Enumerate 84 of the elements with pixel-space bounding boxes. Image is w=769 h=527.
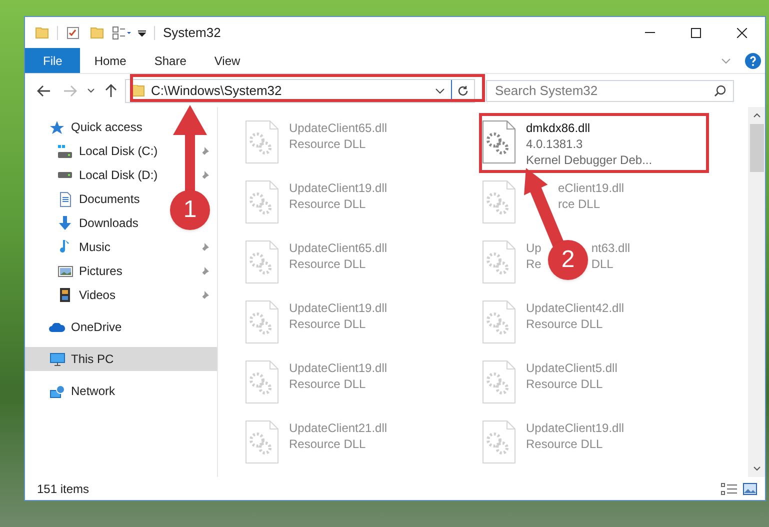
close-icon: [737, 28, 747, 38]
minimize-icon: [645, 32, 655, 33]
back-arrow-icon[interactable]: [37, 84, 51, 96]
search-icon: [714, 84, 726, 96]
sidebar-item[interactable]: Network: [25, 379, 124, 403]
scrollbar-thumb[interactable]: [750, 124, 764, 172]
file-name: eClient19.dll: [558, 180, 624, 196]
item-count: 151 items: [37, 480, 90, 498]
help-icon[interactable]: [745, 52, 761, 68]
file-detail: Kernel Debugger Deb...: [526, 152, 652, 168]
file-detail: DLL: [591, 256, 614, 272]
hard-drive-icon: [58, 172, 72, 178]
up-arrow-icon[interactable]: [105, 84, 117, 98]
pin-icon[interactable]: [200, 242, 209, 252]
sidebar-item[interactable]: Videos: [25, 283, 217, 307]
file-detail: Resource DLL: [289, 436, 366, 452]
search-field[interactable]: Search System32: [486, 80, 734, 102]
scroll-down-icon[interactable]: [752, 466, 760, 471]
hard-drive-icon: [58, 144, 72, 158]
sidebar-item[interactable]: Pictures: [25, 259, 217, 283]
details-view-icon[interactable]: [721, 482, 737, 494]
address-path: C:\Windows\System32: [151, 82, 282, 100]
window-title: System32: [163, 24, 221, 42]
file-detail: Resource DLL: [526, 376, 603, 392]
sidebar-item[interactable]: Downloads: [25, 211, 146, 235]
file-detail: Resource DLL: [526, 436, 603, 452]
file-detail: Resource DLL: [289, 376, 366, 392]
file-detail: Resource DLL: [289, 136, 366, 152]
film-icon: [60, 288, 70, 302]
file-detail: rce DLL: [558, 196, 600, 212]
file-name: UpdateClient65.dll: [289, 120, 388, 136]
file-detail: Resource DLL: [526, 316, 603, 332]
file-item[interactable]: dmkdx86.dll 4.0.1381.3 Kernel Debugger Deb...: [479, 113, 709, 173]
cloud-icon: [49, 322, 65, 332]
sidebar-item[interactable]: Music: [25, 235, 217, 259]
file-name: nt63.dll: [591, 240, 630, 256]
ribbon-tab[interactable]: Share: [140, 48, 200, 73]
picture-icon: [58, 266, 72, 276]
tiles-view-icon[interactable]: [743, 482, 757, 494]
file-name: UpdateClient5.dll: [526, 360, 618, 376]
download-arrow-icon: [59, 216, 71, 230]
file-detail: Re: [526, 256, 542, 272]
star-icon: [49, 120, 65, 134]
ribbon-tab[interactable]: View: [200, 48, 254, 73]
pin-icon[interactable]: [200, 146, 209, 156]
sidebar-item[interactable]: Local Disk (D:): [25, 163, 217, 187]
pin-icon[interactable]: [200, 266, 209, 276]
file-name: dmkdx86.dll: [526, 120, 590, 136]
file-detail: Resource DLL: [289, 316, 366, 332]
file-name: UpdateClient19.dll: [289, 180, 388, 196]
file-detail: 4.0.1381.3: [526, 136, 583, 152]
monitor-icon: [50, 352, 64, 366]
file-name: UpdateClient65.dll: [289, 240, 388, 256]
network-icon: [50, 384, 64, 398]
file-detail: Resource DLL: [289, 256, 366, 272]
file-name: UpdateClient21.dll: [289, 420, 388, 436]
dropdown-arrow-icon[interactable]: [138, 28, 146, 36]
file-name: UpdateClient19.dll: [526, 420, 624, 436]
maximize-icon: [691, 28, 701, 38]
pin-icon[interactable]: [200, 170, 209, 180]
checklist-icon[interactable]: [66, 26, 80, 40]
sidebar-item[interactable]: OneDrive: [25, 315, 130, 339]
sidebar-item[interactable]: This PC: [25, 347, 217, 371]
ribbon-tab[interactable]: Home: [80, 48, 140, 73]
file-name: UpdateClient19.dll: [289, 360, 388, 376]
document-icon: [60, 192, 70, 206]
folder-icon: [131, 84, 145, 96]
file-detail: Resource DLL: [289, 196, 366, 212]
scroll-up-icon[interactable]: [752, 113, 760, 118]
refresh-icon[interactable]: [457, 84, 469, 96]
file-name: UpdateClient19.dll: [289, 300, 388, 316]
music-note-icon: [60, 240, 70, 254]
file-name: UpdateClient42.dll: [526, 300, 624, 316]
ribbon-tab[interactable]: File: [25, 48, 80, 73]
scrollbar[interactable]: [748, 107, 765, 477]
chevron-down-icon[interactable]: [87, 88, 95, 93]
sidebar-item[interactable]: Quick access: [25, 115, 150, 139]
address-bar[interactable]: C:\Windows\System32: [125, 78, 475, 102]
file-name: Up: [526, 240, 542, 256]
pin-icon[interactable]: [200, 290, 209, 300]
sidebar-item[interactable]: Documents: [25, 187, 148, 211]
sidebar-item[interactable]: Local Disk (C:): [25, 139, 217, 163]
properties-icon[interactable]: [112, 26, 132, 40]
chevron-down-icon[interactable]: [435, 88, 445, 94]
